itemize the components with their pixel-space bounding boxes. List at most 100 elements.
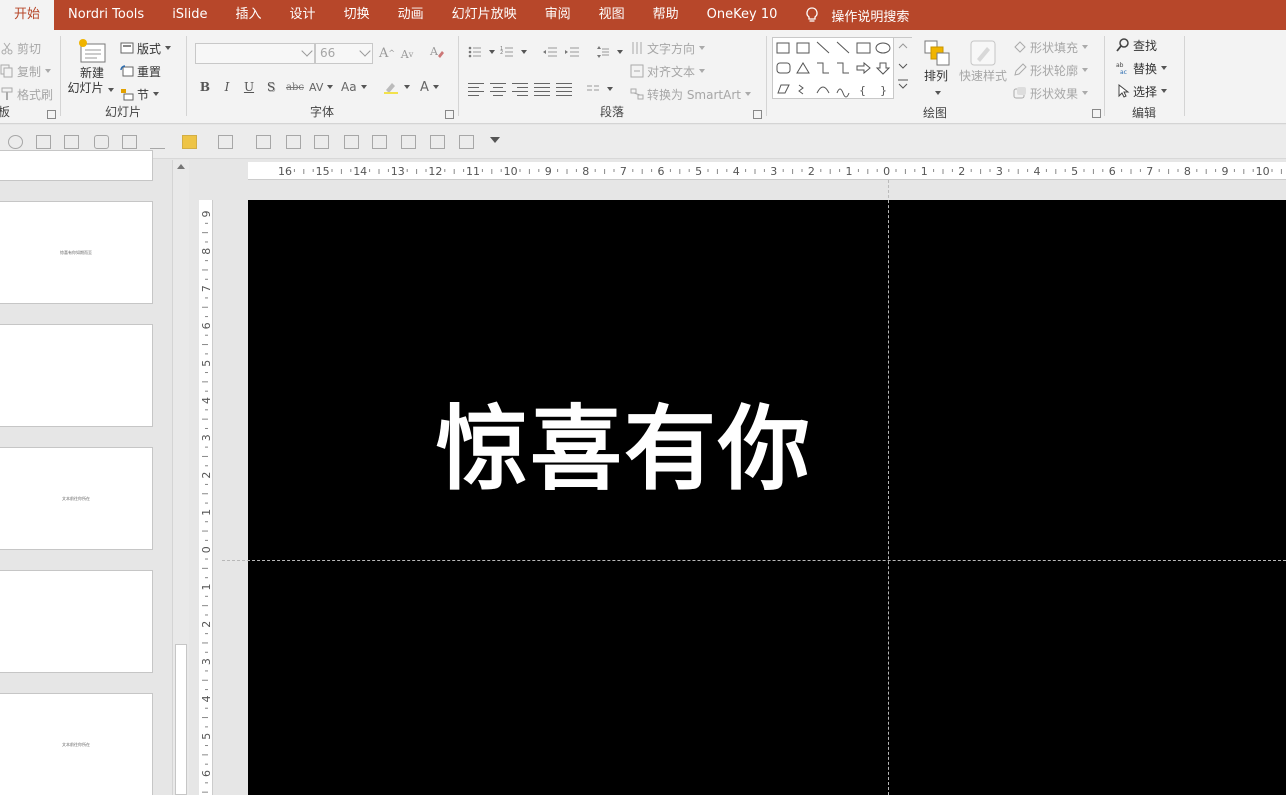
current-slide[interactable]: 惊喜有你: [248, 200, 1286, 795]
paragraph-launcher[interactable]: [753, 110, 762, 119]
scrollbar-thumb[interactable]: [175, 644, 187, 795]
align-center-button[interactable]: [490, 82, 508, 96]
convert-smartart-button[interactable]: 转换为 SmartArt: [630, 84, 751, 104]
tab-insert[interactable]: 插入: [222, 0, 276, 30]
crop-icon[interactable]: [122, 135, 137, 149]
reset-button[interactable]: 重置: [120, 61, 161, 81]
slide-thumbnail[interactable]: [0, 324, 153, 427]
bold-button[interactable]: B: [195, 77, 215, 97]
shapes-gallery[interactable]: {}: [772, 37, 912, 99]
character-spacing-button[interactable]: AV: [309, 77, 334, 97]
format-icon[interactable]: [94, 135, 109, 149]
customize-toolbar-icon[interactable]: [490, 137, 500, 143]
clipboard-launcher[interactable]: [47, 110, 56, 119]
select-button[interactable]: 选择: [1116, 81, 1168, 101]
decrease-indent-button[interactable]: [542, 42, 559, 62]
bullets-button[interactable]: [468, 42, 495, 62]
tab-islide[interactable]: iSlide: [158, 0, 221, 30]
drawing-launcher[interactable]: [1092, 109, 1101, 118]
columns-button[interactable]: [586, 79, 613, 99]
textbox-icon[interactable]: [64, 135, 79, 149]
horizontal-guide[interactable]: [222, 560, 1286, 561]
slide-thumbnail[interactable]: [0, 570, 153, 673]
find-button[interactable]: 查找: [1116, 35, 1157, 55]
layout-button[interactable]: 版式: [120, 38, 172, 58]
clear-formatting-button[interactable]: A: [427, 43, 447, 63]
tell-me-search[interactable]: 操作说明搜索: [791, 6, 909, 25]
text-shadow-button[interactable]: S: [261, 77, 281, 97]
font-name-combo[interactable]: [195, 43, 315, 64]
font-color-button[interactable]: A: [420, 77, 439, 97]
slide-thumbnail[interactable]: 惊喜有你如期而至: [0, 201, 153, 304]
highlight-button[interactable]: [383, 77, 410, 97]
tab-view[interactable]: 视图: [585, 0, 639, 30]
tab-animations[interactable]: 动画: [384, 0, 438, 30]
tab-slide-show[interactable]: 幻灯片放映: [438, 0, 531, 30]
shrink-font-button[interactable]: Av: [397, 44, 417, 64]
distributed-button[interactable]: [556, 82, 574, 96]
align-bottom-icon[interactable]: [344, 135, 359, 149]
align-text-button[interactable]: 对齐文本: [630, 61, 706, 81]
cut-button[interactable]: 剪切: [0, 38, 41, 58]
reset-label: 重置: [137, 64, 162, 79]
align-right-button[interactable]: [512, 82, 530, 96]
arrange-button[interactable]: 排列: [917, 39, 955, 99]
quick-styles-button[interactable]: 快速样式: [957, 39, 1009, 99]
underline-button[interactable]: U: [239, 77, 259, 97]
tab-home[interactable]: 开始: [0, 0, 55, 30]
align-objects-icon[interactable]: [218, 135, 233, 149]
tab-help[interactable]: 帮助: [639, 0, 693, 30]
new-slide-button[interactable]: 新建 幻灯片: [67, 36, 116, 104]
ruler-tick-label: 11: [466, 165, 480, 178]
slide-thumbnails-pane: 惊喜有你如期而至 文本前往你所在 文本前往你所在: [0, 150, 172, 795]
text-direction-button[interactable]: 文字方向: [630, 38, 706, 58]
copy-button[interactable]: 复制: [0, 61, 52, 81]
grow-font-button[interactable]: A ^: [377, 43, 397, 63]
slide-title[interactable]: 惊喜有你: [436, 375, 812, 508]
align-left-obj-icon[interactable]: [401, 135, 416, 149]
shape-effects-button[interactable]: 形状效果: [1013, 83, 1089, 103]
tab-transitions[interactable]: 切换: [330, 0, 384, 30]
slide-thumbnail[interactable]: 文本前往你所在: [0, 693, 153, 795]
line-spacing-button[interactable]: [596, 42, 623, 62]
shape-fill-button[interactable]: 形状填充: [1013, 37, 1089, 57]
distribute-icon[interactable]: [256, 135, 271, 149]
align-middle-icon[interactable]: [314, 135, 329, 149]
font-size-combo[interactable]: 66: [315, 43, 373, 64]
format-painter-button[interactable]: 格式刷: [0, 84, 53, 104]
shape-outline-button[interactable]: 形状轮廓: [1013, 60, 1089, 80]
align-right-obj-icon[interactable]: [430, 135, 445, 149]
strikethrough-button[interactable]: abc: [283, 77, 307, 97]
slide-thumbnail[interactable]: [0, 150, 153, 181]
shapes-gallery-scroll[interactable]: [893, 38, 912, 99]
scroll-up-icon[interactable]: [177, 164, 185, 169]
editing-group-label: 编辑: [1131, 106, 1156, 120]
replace-icon: ab ac: [1116, 61, 1130, 76]
replace-button[interactable]: ab ac 替换: [1116, 58, 1168, 78]
font-launcher[interactable]: [445, 110, 454, 119]
justify-button[interactable]: [534, 82, 552, 96]
tab-onekey[interactable]: OneKey 10: [693, 0, 792, 30]
vertical-guide[interactable]: [888, 180, 889, 795]
rotate-icon[interactable]: [8, 135, 23, 149]
tab-design[interactable]: 设计: [276, 0, 330, 30]
align-left-button[interactable]: [468, 82, 486, 96]
section-button[interactable]: 节: [120, 84, 160, 104]
shape-tool-icon[interactable]: [150, 135, 165, 149]
align-top-icon[interactable]: [286, 135, 301, 149]
ruler-tick-label: 10: [504, 165, 518, 178]
slide-thumbnail[interactable]: 文本前往你所在: [0, 447, 153, 550]
distribute-h-icon[interactable]: [459, 135, 474, 149]
tab-review[interactable]: 审阅: [531, 0, 585, 30]
numbering-button[interactable]: 12: [500, 42, 527, 62]
italic-button[interactable]: I: [217, 77, 237, 97]
align-center-h-icon[interactable]: [372, 135, 387, 149]
increase-indent-button[interactable]: [564, 42, 581, 62]
change-case-button[interactable]: Aa: [341, 77, 367, 97]
tab-nordri-tools[interactable]: Nordri Tools: [54, 0, 158, 30]
vertical-ruler: 9 8 7 6 5 4 3 2 1 0 1 2 3 4 5 6: [199, 200, 213, 795]
slideshow-icon[interactable]: [36, 135, 51, 149]
group-objects-icon[interactable]: [182, 135, 197, 149]
thumbnails-scrollbar[interactable]: [172, 160, 189, 795]
new-slide-label-2: 幻灯片: [67, 81, 104, 95]
